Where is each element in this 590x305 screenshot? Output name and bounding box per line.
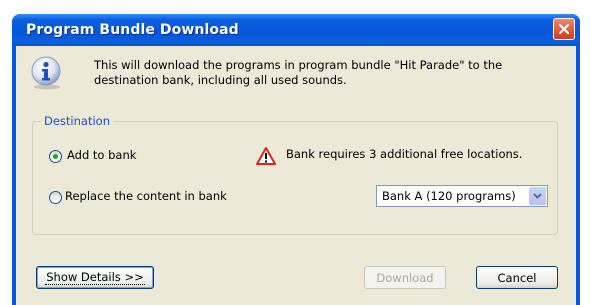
destination-legend: Destination [41,114,113,128]
radio-selected-dot [53,154,58,159]
show-details-button[interactable]: Show Details >> [36,266,154,289]
bank-select-value: Bank A (120 programs) [382,189,516,203]
warning-text: Bank requires 3 additional free location… [286,147,523,161]
destination-group: Destination Add to bank Bank requires 3 … [32,114,558,235]
dialog-window: Program Bundle Download This will downlo… [12,14,580,305]
add-to-bank-radio[interactable] [49,150,62,163]
info-icon [31,56,61,90]
show-details-label: Show Details >> [45,270,145,285]
close-button[interactable] [553,18,575,40]
download-button[interactable]: Download [364,266,446,289]
cancel-button[interactable]: Cancel [476,266,558,289]
bank-select-dropdown-button[interactable] [529,187,546,205]
replace-content-label[interactable]: Replace the content in bank [65,189,227,203]
close-icon [558,23,570,35]
add-to-bank-label[interactable]: Add to bank [67,148,136,162]
chevron-down-icon [533,193,542,199]
bank-select[interactable]: Bank A (120 programs) [376,185,548,207]
info-message: This will download the programs in progr… [94,58,503,87]
cancel-label: Cancel [497,270,537,285]
dialog-title: Program Bundle Download [26,22,239,38]
replace-content-radio[interactable] [49,191,62,204]
title-bar[interactable]: Program Bundle Download [12,14,580,46]
dialog-body: This will download the programs in progr… [16,46,576,305]
download-label: Download [376,270,434,285]
warning-icon [256,147,276,165]
